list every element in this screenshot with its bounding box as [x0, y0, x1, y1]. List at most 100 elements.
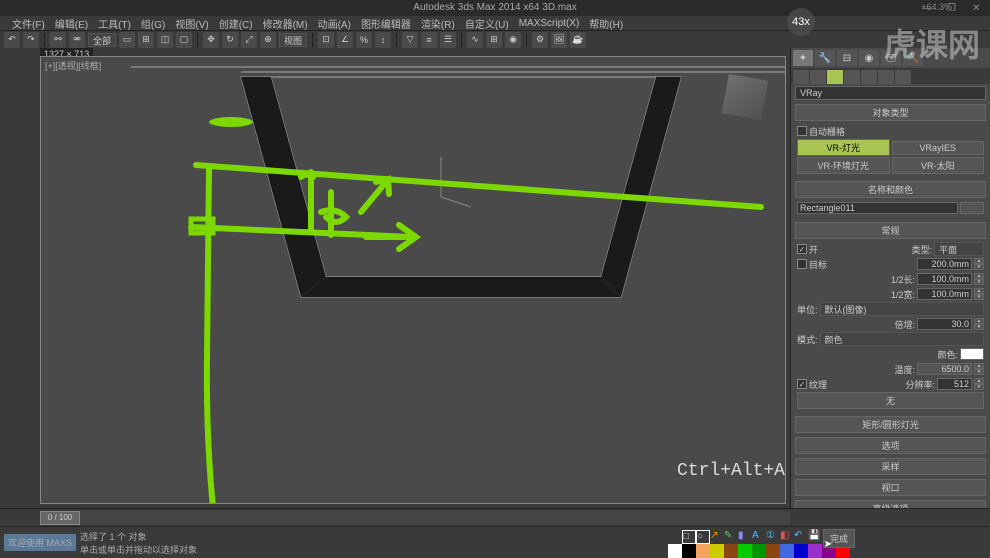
menu-tools[interactable]: 工具(T): [94, 16, 135, 31]
menu-graph[interactable]: 图形编辑器: [357, 16, 415, 31]
motion-tab[interactable]: ◉: [859, 50, 879, 66]
geometry-subtab[interactable]: [793, 70, 809, 84]
render-icon[interactable]: ☕: [570, 32, 586, 48]
align-icon[interactable]: ≡: [421, 32, 437, 48]
angle-snap-icon[interactable]: ∠: [337, 32, 353, 48]
material-icon[interactable]: ◉: [505, 32, 521, 48]
create-tab[interactable]: ✦: [793, 50, 813, 66]
shapes-subtab[interactable]: [810, 70, 826, 84]
menu-view[interactable]: 视图(V): [171, 16, 212, 31]
menu-create[interactable]: 创建(C): [215, 16, 257, 31]
mode-dropdown[interactable]: 颜色: [820, 332, 984, 346]
menu-modifiers[interactable]: 修改器(M): [259, 16, 312, 31]
enable-checkbox[interactable]: [797, 244, 807, 254]
cameras-subtab[interactable]: [844, 70, 860, 84]
text-tool-icon[interactable]: A: [752, 530, 766, 544]
vr-sun-button[interactable]: VR-太阳: [892, 157, 985, 174]
vray-ies-button[interactable]: VRayIES: [892, 141, 985, 155]
rollout-options[interactable]: 选项: [795, 437, 986, 454]
move-icon[interactable]: ✥: [203, 32, 219, 48]
redo-icon[interactable]: ↷: [23, 32, 39, 48]
lights-subtab[interactable]: [827, 70, 843, 84]
menu-edit[interactable]: 编辑(E): [51, 16, 92, 31]
rect-tool-icon[interactable]: □: [682, 530, 696, 544]
auto-grid-checkbox[interactable]: [797, 126, 807, 136]
select-icon[interactable]: ▭: [119, 32, 135, 48]
scale-icon[interactable]: ⤢: [241, 32, 257, 48]
rollout-rect-light[interactable]: 矩形/圆形灯光: [795, 416, 986, 433]
spinner-down[interactable]: ▾: [974, 264, 984, 270]
menu-render[interactable]: 渲染(R): [417, 16, 459, 31]
save-draw-icon[interactable]: 💾: [808, 530, 822, 544]
selection-filter[interactable]: 全部: [88, 33, 116, 47]
half-length-input[interactable]: [917, 273, 972, 285]
spacewarps-subtab[interactable]: [878, 70, 894, 84]
vr-light-button[interactable]: VR-灯光: [797, 139, 890, 156]
display-tab[interactable]: 🖵: [881, 50, 901, 66]
viewport-geometry: [41, 57, 785, 503]
eraser-tool-icon[interactable]: ◧: [780, 530, 794, 544]
light-color-swatch[interactable]: [960, 348, 984, 360]
object-name-input[interactable]: [797, 202, 958, 214]
hierarchy-tab[interactable]: ⊟: [837, 50, 857, 66]
texture-checkbox[interactable]: [797, 379, 807, 389]
menu-animation[interactable]: 动画(A): [314, 16, 355, 31]
number-tool-icon[interactable]: ①: [766, 530, 780, 544]
window-icon[interactable]: ▢: [176, 32, 192, 48]
utilities-tab[interactable]: 🔨: [903, 50, 923, 66]
temperature-input[interactable]: [917, 363, 972, 375]
viewport[interactable]: [+][透视][线框]: [40, 56, 786, 504]
multiplier-input[interactable]: [917, 318, 972, 330]
link-icon[interactable]: ⚯: [50, 32, 66, 48]
shortcut-hint: Ctrl+Alt+A: [677, 461, 785, 481]
rotate-icon[interactable]: ↻: [222, 32, 238, 48]
renderer-dropdown[interactable]: VRay: [795, 86, 986, 100]
target-input[interactable]: [917, 258, 972, 270]
ref-coord-icon[interactable]: ⊕: [260, 32, 276, 48]
unlink-icon[interactable]: ⚮: [69, 32, 85, 48]
vr-ambient-button[interactable]: VR-环境灯光: [797, 157, 890, 174]
layers-icon[interactable]: ☰: [440, 32, 456, 48]
curve-editor-icon[interactable]: ∿: [467, 32, 483, 48]
circle-tool-icon[interactable]: ○: [696, 530, 710, 544]
undo-icon[interactable]: ↶: [4, 32, 20, 48]
half-width-input[interactable]: [917, 288, 972, 300]
target-checkbox[interactable]: [797, 259, 807, 269]
mirror-icon[interactable]: ▽: [402, 32, 418, 48]
render-frame-icon[interactable]: 🖼: [551, 32, 567, 48]
arrow-tool-icon[interactable]: ↗: [710, 530, 724, 544]
rollout-viewport[interactable]: 视口: [795, 479, 986, 496]
menu-bar: 文件(F) 编辑(E) 工具(T) 组(G) 视图(V) 创建(C) 修改器(M…: [0, 16, 990, 30]
snap-icon[interactable]: ⊡: [318, 32, 334, 48]
menu-help[interactable]: 帮助(H): [585, 16, 627, 31]
close-button[interactable]: ✕: [972, 3, 982, 13]
render-setup-icon[interactable]: ⚙: [532, 32, 548, 48]
region-icon[interactable]: ◫: [157, 32, 173, 48]
spinner-snap-icon[interactable]: ↕: [375, 32, 391, 48]
undo-draw-icon[interactable]: ↶: [794, 530, 808, 544]
timeline[interactable]: 0 / 100: [0, 508, 990, 526]
schematic-icon[interactable]: ⊞: [486, 32, 502, 48]
menu-group[interactable]: 组(G): [137, 16, 169, 31]
rollout-sampling[interactable]: 采样: [795, 458, 986, 475]
resolution-input[interactable]: [937, 378, 972, 390]
texture-none-button[interactable]: 无: [797, 392, 984, 409]
menu-custom[interactable]: 自定义(U): [461, 16, 513, 31]
rollout-general[interactable]: 常规: [795, 222, 986, 239]
menu-file[interactable]: 文件(F): [8, 16, 49, 31]
menu-maxscript[interactable]: MAXScript(X): [515, 18, 584, 29]
marker-tool-icon[interactable]: ▮: [738, 530, 752, 544]
modify-tab[interactable]: 🔧: [815, 50, 835, 66]
type-dropdown[interactable]: 平面: [934, 242, 984, 256]
helpers-subtab[interactable]: [861, 70, 877, 84]
units-dropdown[interactable]: 默认(图像): [820, 302, 984, 316]
timeline-handle[interactable]: 0 / 100: [40, 511, 80, 525]
view-dropdown[interactable]: 视图: [279, 33, 307, 47]
rollout-object-type[interactable]: 对象类型: [795, 104, 986, 121]
percent-snap-icon[interactable]: %: [356, 32, 372, 48]
systems-subtab[interactable]: [895, 70, 911, 84]
pen-tool-icon[interactable]: ✎: [724, 530, 738, 544]
rollout-name-color[interactable]: 名称和颜色: [795, 181, 986, 198]
select-name-icon[interactable]: ⊞: [138, 32, 154, 48]
object-color-swatch[interactable]: [960, 202, 984, 214]
